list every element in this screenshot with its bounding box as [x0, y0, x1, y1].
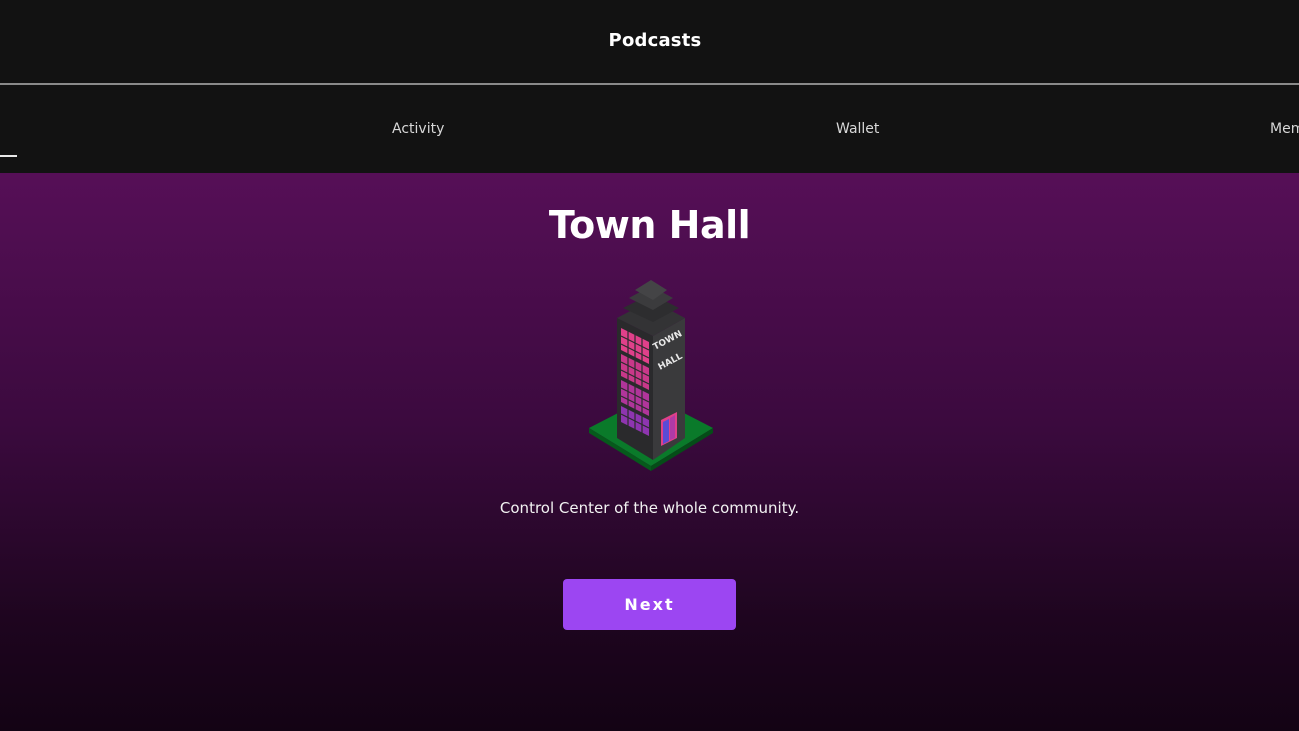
page-title: Podcasts	[608, 30, 702, 51]
tab-activity[interactable]: Activity	[392, 121, 444, 137]
tab-members[interactable]: Mem	[1270, 121, 1299, 137]
onboarding-description: Control Center of the whole community.	[499, 499, 800, 517]
onboarding-panel: Town Hall TOWN HALL Control Center of th…	[0, 173, 1299, 731]
active-tab-indicator	[0, 155, 17, 157]
tab-bar: Activity Wallet Mem	[0, 85, 1299, 173]
onboarding-title: Town Hall	[548, 203, 751, 247]
next-button[interactable]: Next	[563, 579, 736, 630]
app-header: Podcasts	[0, 0, 1299, 85]
town-hall-building-icon: TOWN HALL	[589, 280, 713, 471]
tab-wallet[interactable]: Wallet	[836, 121, 879, 137]
